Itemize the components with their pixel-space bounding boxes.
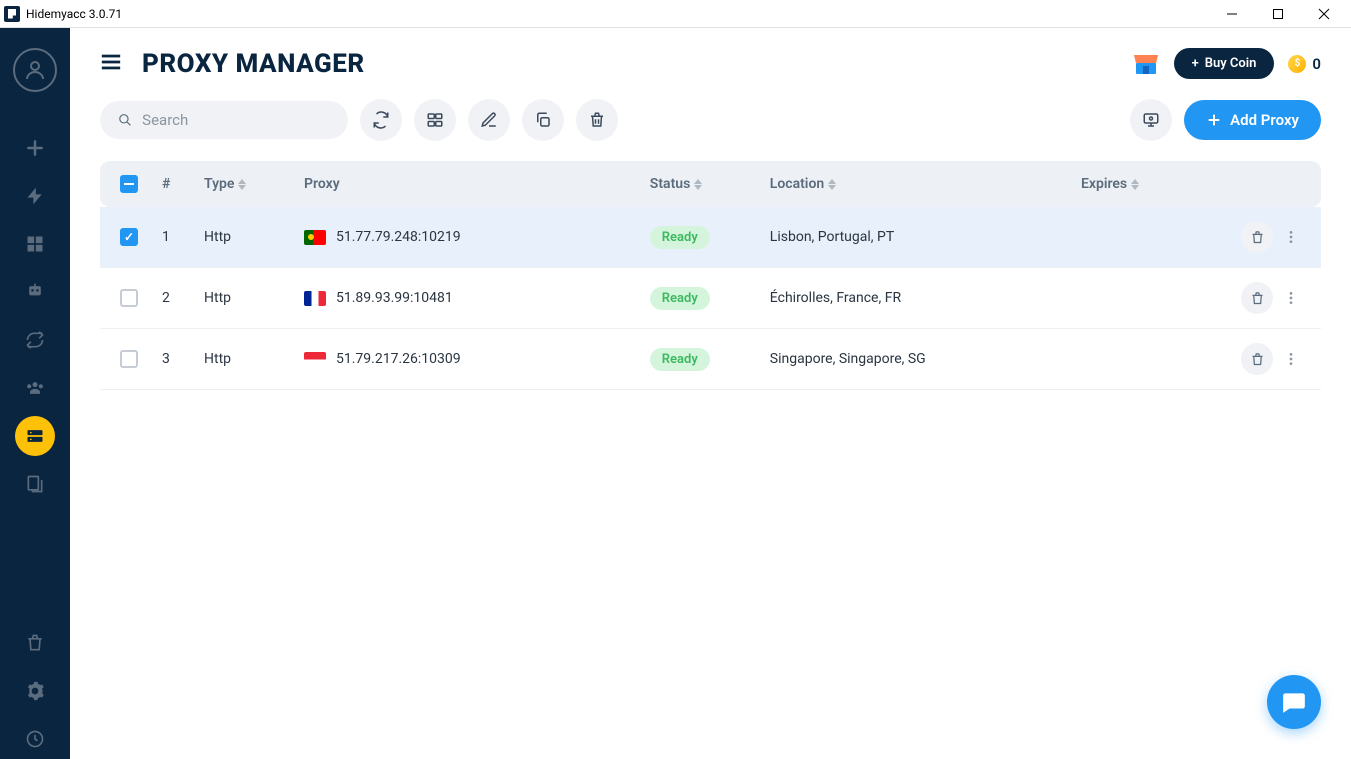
- sidebar-apps-button[interactable]: [15, 464, 55, 504]
- window-title: Hidemyacc 3.0.71: [26, 7, 122, 21]
- flag-icon: [304, 230, 326, 245]
- flag-icon: [304, 291, 326, 306]
- row-delete-button[interactable]: [1241, 282, 1273, 314]
- table-row[interactable]: 1Http51.77.79.248:10219Ready Lisbon, Port…: [100, 207, 1321, 268]
- row-more-button[interactable]: [1281, 221, 1301, 253]
- row-num: 3: [162, 351, 204, 367]
- row-proxy: 51.77.79.248:10219: [304, 229, 650, 245]
- display-settings-button[interactable]: [1130, 99, 1172, 141]
- sort-icon: [238, 179, 246, 190]
- window-close-button[interactable]: [1301, 0, 1347, 28]
- coin-icon: $: [1288, 55, 1306, 73]
- table-row[interactable]: 2Http51.89.93.99:10481Ready Échirolles, F…: [100, 268, 1321, 329]
- page-title: PROXY MANAGER: [142, 49, 365, 79]
- sidebar-profile-button[interactable]: [13, 48, 57, 92]
- table-row[interactable]: 3Http51.79.217.26:10309Ready Singapore, S…: [100, 329, 1321, 390]
- column-header-type[interactable]: Type: [204, 176, 304, 192]
- sidebar-settings-button[interactable]: [15, 671, 55, 711]
- sidebar-quick-button[interactable]: [15, 176, 55, 216]
- status-badge: Ready: [650, 287, 710, 310]
- row-more-button[interactable]: [1281, 343, 1301, 375]
- table-header: # Type Proxy Status Location Expires: [100, 161, 1321, 207]
- sidebar: [0, 28, 70, 759]
- coin-balance: $ 0: [1288, 55, 1321, 73]
- column-header-status[interactable]: Status: [650, 176, 770, 192]
- row-delete-button[interactable]: [1241, 221, 1273, 253]
- store-icon[interactable]: [1132, 53, 1160, 75]
- status-badge: Ready: [650, 226, 710, 249]
- flag-icon: [304, 352, 326, 367]
- refresh-button[interactable]: [360, 99, 402, 141]
- row-num: 2: [162, 290, 204, 306]
- plus-icon: [1206, 112, 1222, 128]
- row-num: 1: [162, 229, 204, 245]
- window-minimize-button[interactable]: [1209, 0, 1255, 28]
- row-location: Échirolles, France, FR: [770, 290, 1081, 306]
- row-proxy: 51.89.93.99:10481: [304, 290, 650, 306]
- row-type: Http: [204, 290, 304, 306]
- sidebar-automation-button[interactable]: [15, 272, 55, 312]
- search-input[interactable]: [142, 111, 330, 129]
- chat-button[interactable]: [1267, 675, 1321, 729]
- column-header-location[interactable]: Location: [770, 176, 1081, 192]
- column-header-expires[interactable]: Expires: [1081, 176, 1221, 192]
- search-box[interactable]: [100, 101, 348, 139]
- status-badge: Ready: [650, 348, 710, 371]
- window-titlebar: Hidemyacc 3.0.71: [0, 0, 1351, 28]
- window-maximize-button[interactable]: [1255, 0, 1301, 28]
- sidebar-team-button[interactable]: [15, 368, 55, 408]
- column-header-proxy[interactable]: Proxy: [304, 176, 650, 192]
- row-more-button[interactable]: [1281, 282, 1301, 314]
- sort-icon: [694, 179, 702, 190]
- row-type: Http: [204, 229, 304, 245]
- delete-button[interactable]: [576, 99, 618, 141]
- sort-icon: [1131, 179, 1139, 190]
- sidebar-dashboard-button[interactable]: [15, 224, 55, 264]
- hamburger-menu-button[interactable]: [100, 51, 122, 77]
- edit-button[interactable]: [468, 99, 510, 141]
- row-proxy: 51.79.217.26:10309: [304, 351, 650, 367]
- coin-balance-value: 0: [1312, 55, 1321, 73]
- row-checkbox[interactable]: [120, 350, 138, 368]
- buy-coin-button[interactable]: + Buy Coin: [1174, 48, 1275, 79]
- row-location: Lisbon, Portugal, PT: [770, 229, 1081, 245]
- row-location: Singapore, Singapore, SG: [770, 351, 1081, 367]
- sidebar-sync-button[interactable]: [15, 320, 55, 360]
- sort-icon: [828, 179, 836, 190]
- plus-icon: +: [1192, 56, 1199, 71]
- sidebar-logout-button[interactable]: [15, 719, 55, 759]
- row-delete-button[interactable]: [1241, 343, 1273, 375]
- row-type: Http: [204, 351, 304, 367]
- row-checkbox[interactable]: [120, 289, 138, 307]
- row-checkbox[interactable]: [120, 228, 138, 246]
- add-proxy-button[interactable]: Add Proxy: [1184, 100, 1321, 140]
- app-icon: [4, 6, 20, 22]
- search-icon: [118, 112, 132, 128]
- add-proxy-label: Add Proxy: [1230, 111, 1299, 129]
- sidebar-add-button[interactable]: [15, 128, 55, 168]
- sidebar-recycle-button[interactable]: [15, 623, 55, 663]
- copy-button[interactable]: [522, 99, 564, 141]
- buy-coin-label: Buy Coin: [1205, 56, 1257, 71]
- proxy-table: # Type Proxy Status Location Expires 1Ht…: [100, 161, 1321, 390]
- check-proxy-button[interactable]: [414, 99, 456, 141]
- select-all-checkbox[interactable]: [120, 175, 138, 193]
- column-header-num[interactable]: #: [162, 176, 204, 192]
- sidebar-proxy-button[interactable]: [15, 416, 55, 456]
